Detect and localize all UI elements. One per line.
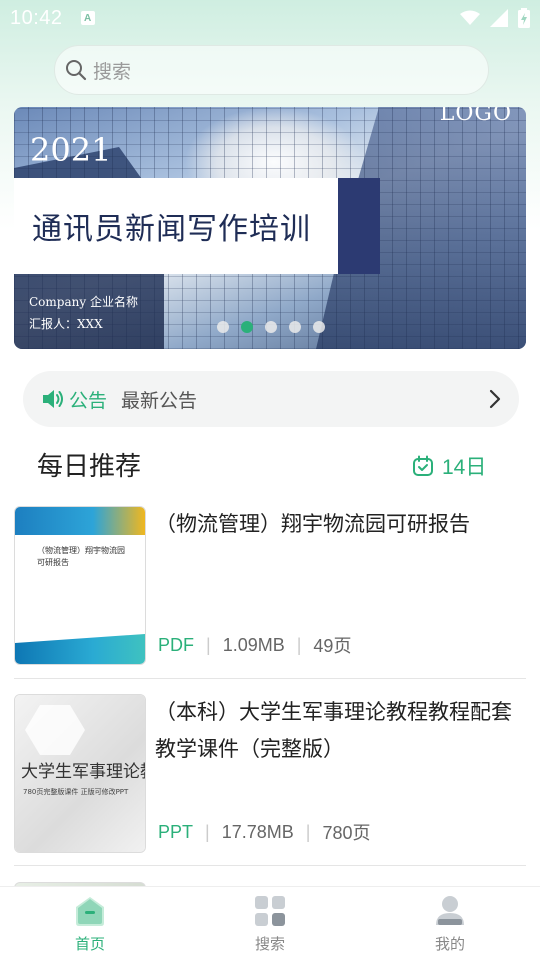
thumbnail-header: [15, 507, 145, 535]
tab-profile[interactable]: 我的: [360, 887, 540, 960]
banner-title: 通讯员新闻写作培训: [32, 212, 311, 247]
tab-label: 我的: [434, 935, 465, 953]
grid-icon: [255, 896, 285, 926]
document-type: PDF: [158, 634, 194, 655]
document-meta: PPT | 17.78MB | 780页: [158, 819, 370, 845]
meta-divider: |: [206, 634, 211, 655]
document-item[interactable]: （物流管理）翔宇物流园可研报告 20XX年XX日 （物流管理）翔宇物流园可研报告…: [14, 506, 526, 679]
carousel-dot[interactable]: [217, 321, 229, 333]
document-meta: PDF | 1.09MB | 49页: [158, 632, 351, 658]
calendar-icon: [413, 455, 433, 476]
bottom-tab-bar: 首页 搜索 我的: [0, 886, 540, 960]
date-selector[interactable]: 14日: [412, 451, 486, 481]
meta-divider: |: [296, 634, 302, 655]
banner-company: Company 企业名称: [29, 295, 138, 309]
banner-reporter: 汇报人：XXX: [29, 317, 103, 331]
document-title: （物流管理）翔宇物流园可研报告: [155, 512, 470, 536]
thumbnail-title: 大学生军事理论教程: [21, 762, 145, 782]
carousel-dot-active[interactable]: [241, 321, 253, 333]
document-size: 17.78MB: [221, 821, 294, 842]
carousel-indicator: [217, 321, 325, 333]
tab-home[interactable]: 首页: [0, 887, 180, 960]
status-bar: 10:42 A: [0, 0, 540, 36]
home-icon: [76, 897, 104, 926]
thumbnail-footer: [15, 634, 145, 664]
document-pages: 49页: [313, 636, 352, 656]
document-item[interactable]: 大学生军事理论教程 780页完整版课件 正版可修改PPT （本科）大学生军事理论…: [14, 694, 526, 866]
search-icon: [66, 60, 87, 81]
tab-label: 搜索: [254, 935, 285, 953]
wifi-icon: [460, 10, 480, 25]
user-icon: [436, 896, 464, 925]
document-size: 1.09MB: [222, 634, 285, 655]
thumbnail-title: （物流管理）翔宇物流园可研报告: [37, 546, 125, 567]
chevron-right-icon: [489, 389, 501, 409]
search-placeholder: 搜索: [93, 60, 132, 83]
tab-label: 首页: [74, 935, 105, 953]
document-type: PPT: [158, 821, 194, 842]
date-label: 14日: [442, 456, 487, 479]
status-time: 10:42: [10, 6, 63, 29]
carousel-dot[interactable]: [289, 321, 301, 333]
meta-divider: |: [205, 821, 210, 842]
battery-icon: [518, 8, 530, 28]
notice-bar[interactable]: 公告 最新公告: [23, 371, 519, 427]
notification-badge-icon: A: [80, 11, 95, 25]
carousel-dot[interactable]: [313, 321, 325, 333]
notice-label: 公告: [69, 389, 108, 412]
tab-search[interactable]: 搜索: [180, 887, 360, 960]
notice-text: 最新公告: [121, 389, 198, 412]
document-thumbnail: （物流管理）翔宇物流园可研报告 20XX年XX日: [14, 506, 146, 665]
document-thumbnail: 大学生军事理论教程 780页完整版课件 正版可修改PPT: [14, 694, 146, 853]
document-title: （本科）大学生军事理论教程教程配套教学课件（完整版）: [155, 700, 512, 761]
carousel-dot[interactable]: [265, 321, 277, 333]
banner-title-box: 通讯员新闻写作培训: [14, 178, 338, 274]
document-pages: 780页: [322, 823, 371, 843]
thumbnail-subtitle: 780页完整版课件 正版可修改PPT: [23, 788, 129, 796]
search-input[interactable]: 搜索: [54, 45, 489, 95]
meta-divider: |: [305, 821, 311, 842]
speaker-icon: [43, 390, 63, 408]
banner-logo: LOGO: [439, 107, 512, 126]
signal-icon: [490, 9, 508, 27]
section-title: 每日推荐: [37, 452, 142, 482]
banner-accent: [338, 178, 380, 274]
banner-carousel[interactable]: LOGO 2021 通讯员新闻写作培训 Company 企业名称 汇报人：XXX: [14, 107, 526, 349]
banner-year: 2021: [30, 131, 112, 169]
